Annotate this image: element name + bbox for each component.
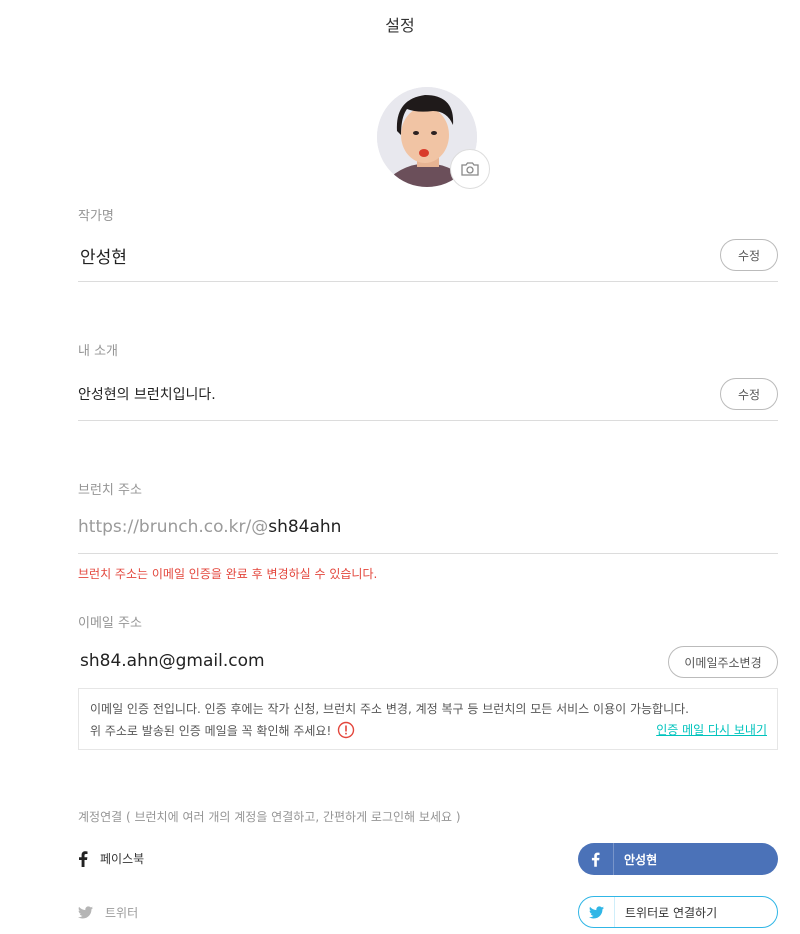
- account-connection-label: 계정연결 ( 브런치에 여러 개의 계정을 연결하고, 간편하게 로그인해 보세…: [78, 810, 461, 824]
- twitter-icon: [78, 906, 93, 919]
- camera-icon: [461, 162, 479, 176]
- author-name-label: 작가명: [78, 209, 114, 224]
- resend-verification-link[interactable]: 인증 메일 다시 보내기: [656, 721, 767, 738]
- change-photo-button[interactable]: [450, 149, 490, 189]
- facebook-connected-button[interactable]: 안성현: [578, 843, 778, 875]
- facebook-icon: [578, 843, 614, 875]
- facebook-label: 페이스북: [100, 852, 145, 866]
- alert-icon: [337, 721, 355, 739]
- divider: [78, 281, 778, 282]
- twitter-row: 트위터: [78, 904, 138, 921]
- notice-text-line2-wrap: 위 주소로 발송된 인증 메일을 꼭 확인해 주세요!: [90, 721, 355, 739]
- page-title: 설정: [385, 16, 415, 35]
- notice-text-line1: 이메일 인증 전입니다. 인증 후에는 작가 신청, 브런치 주소 변경, 계정…: [90, 702, 689, 716]
- brunch-address-field: https://brunch.co.kr/@sh84ahn: [78, 517, 341, 537]
- brunch-address-prefix: https://brunch.co.kr/@: [78, 517, 269, 537]
- profile-avatar-area: [377, 87, 491, 189]
- author-name-value: 안성현: [80, 248, 127, 268]
- edit-intro-button[interactable]: 수정: [720, 378, 778, 410]
- brunch-address-id: sh84ahn: [268, 517, 342, 537]
- facebook-icon: [79, 850, 88, 867]
- settings-page: 설정 작가명 안성현 수정 내 소개 안성현의 브런치입니다. 수정 브런치 주…: [0, 0, 800, 934]
- facebook-row: 페이스북: [78, 850, 144, 867]
- brunch-address-warning: 브런치 주소는 이메일 인증을 완료 후 변경하실 수 있습니다.: [78, 567, 378, 581]
- intro-label: 내 소개: [78, 344, 119, 359]
- notice-text-line2: 위 주소로 발송된 인증 메일을 꼭 확인해 주세요!: [90, 723, 332, 738]
- divider: [78, 553, 778, 554]
- divider: [78, 420, 778, 421]
- twitter-icon: [579, 897, 615, 927]
- twitter-label: 트위터: [105, 906, 139, 920]
- email-value: sh84.ahn@gmail.com: [80, 651, 265, 671]
- facebook-account-name: 안성현: [624, 852, 658, 867]
- brunch-address-label: 브런치 주소: [78, 483, 142, 498]
- twitter-connect-label: 트위터로 연결하기: [625, 905, 718, 920]
- email-verification-notice: 이메일 인증 전입니다. 인증 후에는 작가 신청, 브런치 주소 변경, 계정…: [78, 688, 778, 750]
- edit-author-name-button[interactable]: 수정: [720, 239, 778, 271]
- connect-twitter-button[interactable]: 트위터로 연결하기: [578, 896, 778, 928]
- email-label: 이메일 주소: [78, 616, 142, 631]
- intro-value: 안성현의 브런치입니다.: [78, 387, 216, 403]
- change-email-button[interactable]: 이메일주소변경: [668, 646, 778, 678]
